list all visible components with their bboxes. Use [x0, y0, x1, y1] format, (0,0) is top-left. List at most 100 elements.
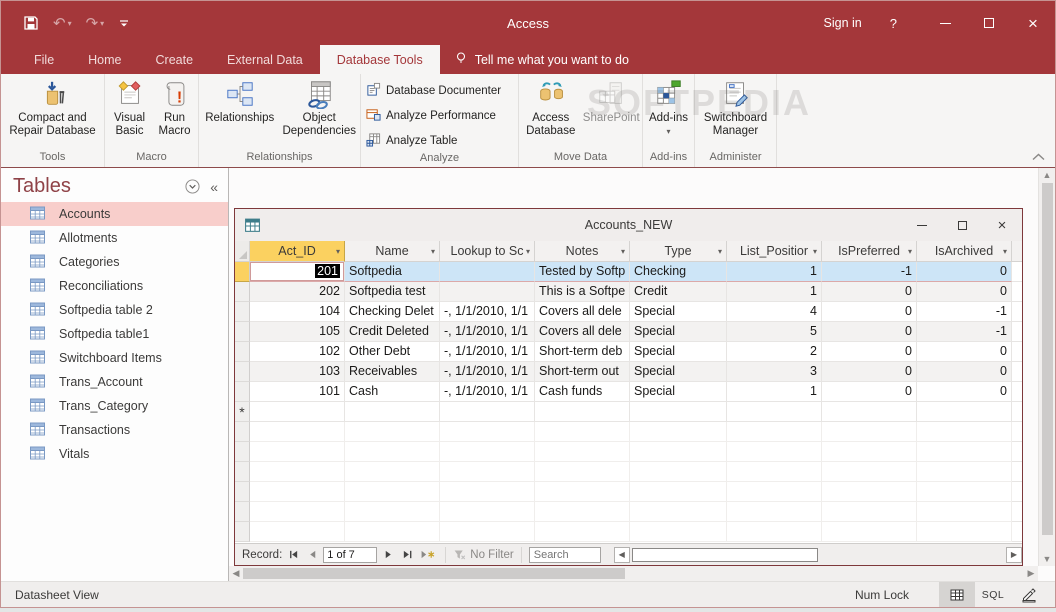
record-selector[interactable]: [235, 262, 250, 282]
cell[interactable]: 103: [250, 362, 345, 382]
help-button[interactable]: ?: [890, 16, 897, 31]
cell[interactable]: Covers all dele: [535, 322, 630, 342]
column-dropdown-icon[interactable]: ▾: [718, 247, 722, 256]
sidebar-item-transactions[interactable]: Transactions: [1, 418, 228, 442]
cell[interactable]: [630, 482, 727, 502]
horizontal-scroll-thumb[interactable]: [243, 568, 625, 579]
cell[interactable]: [727, 522, 822, 542]
scroll-thumb[interactable]: [632, 548, 818, 562]
scroll-right-icon[interactable]: ▶: [1024, 568, 1038, 579]
cell[interactable]: [727, 502, 822, 522]
cell[interactable]: Credit: [630, 282, 727, 302]
cell[interactable]: [822, 402, 917, 422]
scroll-left-icon[interactable]: ◀: [229, 568, 243, 579]
cell[interactable]: 0: [917, 262, 1012, 282]
cell[interactable]: [630, 402, 727, 422]
cell[interactable]: [727, 422, 822, 442]
cell[interactable]: [917, 422, 1012, 442]
cell[interactable]: [250, 402, 345, 422]
cell[interactable]: 101: [250, 382, 345, 402]
sidebar-item-categories[interactable]: Categories: [1, 250, 228, 274]
column-dropdown-icon[interactable]: ▾: [431, 247, 435, 256]
column-dropdown-icon[interactable]: ▾: [621, 247, 625, 256]
column-dropdown-icon[interactable]: ▾: [526, 247, 530, 256]
minimize-button[interactable]: [923, 1, 967, 45]
cell[interactable]: -, 1/1/2010, 1/1: [440, 342, 535, 362]
cell[interactable]: [535, 402, 630, 422]
analyze-table-button[interactable]: Analyze Table: [362, 131, 517, 151]
cell[interactable]: [727, 402, 822, 422]
record-selector[interactable]: [235, 382, 250, 402]
save-icon[interactable]: [23, 15, 39, 31]
sql-view-button[interactable]: SQL: [975, 582, 1011, 607]
sidebar-item-accounts[interactable]: Accounts: [1, 202, 228, 226]
cell[interactable]: 0: [822, 362, 917, 382]
cell[interactable]: 3: [727, 362, 822, 382]
cell[interactable]: Other Debt: [345, 342, 440, 362]
cell[interactable]: [727, 442, 822, 462]
cell[interactable]: 1: [727, 262, 822, 282]
record-selector[interactable]: [235, 342, 250, 362]
cell[interactable]: [535, 462, 630, 482]
cell[interactable]: 0: [917, 382, 1012, 402]
record-selector[interactable]: [235, 442, 250, 462]
undo-icon[interactable]: ↶▾: [53, 16, 72, 31]
column-dropdown-icon[interactable]: ▾: [1003, 247, 1007, 256]
cell[interactable]: 0: [822, 282, 917, 302]
cell[interactable]: -, 1/1/2010, 1/1: [440, 302, 535, 322]
cell[interactable]: [440, 462, 535, 482]
sign-in-button[interactable]: Sign in: [824, 16, 862, 30]
sidebar-item-softpedia-table-2[interactable]: Softpedia table 2: [1, 298, 228, 322]
cell[interactable]: [917, 522, 1012, 542]
cell[interactable]: 0: [822, 382, 917, 402]
cell[interactable]: [727, 462, 822, 482]
switchboard-manager-button[interactable]: Switchboard Manager: [697, 76, 775, 150]
cell[interactable]: Softpedia: [345, 262, 440, 282]
record-selector[interactable]: [235, 322, 250, 342]
record-selector[interactable]: [235, 502, 250, 522]
column-header-list-positior[interactable]: List_Positior▾: [727, 241, 822, 262]
cell[interactable]: 104: [250, 302, 345, 322]
cell[interactable]: [440, 442, 535, 462]
cell[interactable]: 1: [727, 282, 822, 302]
column-header-act-id[interactable]: Act_ID▾: [250, 241, 345, 262]
cell[interactable]: Special: [630, 342, 727, 362]
record-selector[interactable]: [235, 482, 250, 502]
sidebar-item-switchboard-items[interactable]: Switchboard Items: [1, 346, 228, 370]
maximize-button[interactable]: [967, 1, 1011, 45]
doc-close-button[interactable]: ×: [982, 209, 1022, 241]
record-selector[interactable]: *: [235, 402, 250, 422]
cell[interactable]: -1: [822, 262, 917, 282]
cell[interactable]: [822, 522, 917, 542]
cell[interactable]: [822, 442, 917, 462]
doc-minimize-button[interactable]: [902, 209, 942, 241]
cell[interactable]: Credit Deleted: [345, 322, 440, 342]
cell[interactable]: [345, 482, 440, 502]
search-input[interactable]: [529, 547, 601, 563]
cell[interactable]: [917, 482, 1012, 502]
access-database-button[interactable]: Access Database: [520, 76, 581, 150]
column-header-lookup-to-sc[interactable]: Lookup to Sc▾: [440, 241, 535, 262]
collapse-ribbon-icon[interactable]: [1032, 150, 1045, 164]
cell[interactable]: 1: [727, 382, 822, 402]
scroll-left-icon[interactable]: ◀: [614, 547, 630, 563]
new-record-icon[interactable]: [418, 547, 438, 563]
cell[interactable]: [630, 502, 727, 522]
object-dependencies-button[interactable]: Object Dependencies: [280, 76, 360, 150]
relationships-button[interactable]: Relationships: [200, 76, 280, 150]
cell[interactable]: [822, 422, 917, 442]
cell[interactable]: [535, 502, 630, 522]
nav-pane-menu-icon[interactable]: [185, 179, 200, 194]
scroll-down-icon[interactable]: ▼: [1043, 552, 1052, 566]
compact-repair-button[interactable]: Compact and Repair Database: [4, 76, 102, 150]
column-dropdown-icon[interactable]: ▾: [908, 247, 912, 256]
record-selector[interactable]: [235, 462, 250, 482]
cell[interactable]: 4: [727, 302, 822, 322]
cell[interactable]: [535, 482, 630, 502]
cell[interactable]: [535, 442, 630, 462]
tell-me-box[interactable]: Tell me what you want to do: [440, 45, 643, 74]
cell[interactable]: [917, 442, 1012, 462]
column-dropdown-icon[interactable]: ▾: [813, 247, 817, 256]
workspace-vertical-scrollbar[interactable]: ▲ ▼: [1038, 168, 1055, 566]
visual-basic-button[interactable]: Visual Basic: [107, 76, 153, 150]
